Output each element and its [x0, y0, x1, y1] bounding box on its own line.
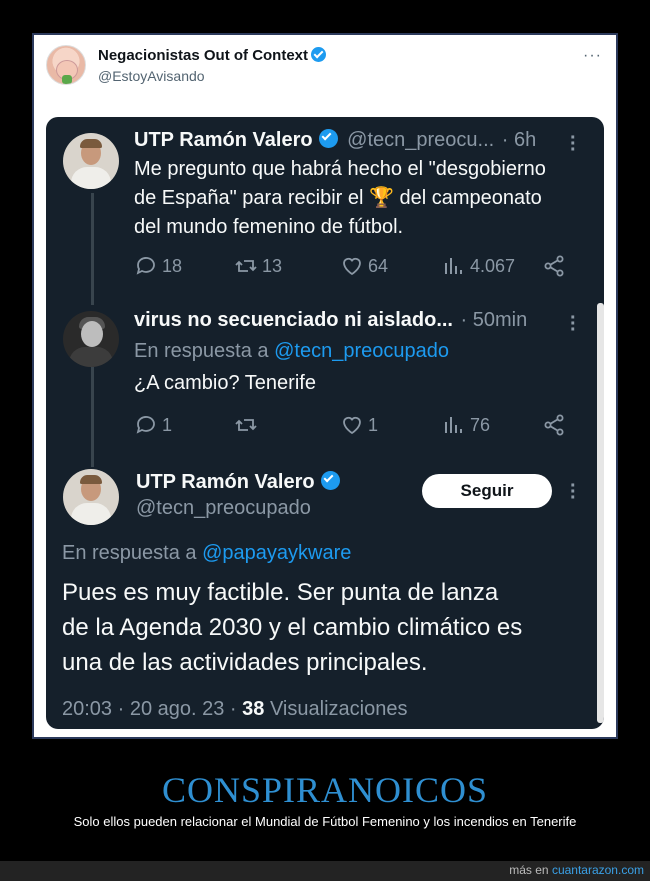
reply-icon [136, 416, 155, 434]
reply-to-link[interactable]: @tecn_preocupado [274, 340, 449, 362]
share-button[interactable] [542, 413, 566, 437]
site-link[interactable]: cuantarazon.com [552, 863, 644, 877]
heart-icon [343, 416, 361, 435]
tweet-author[interactable]: virus no secuenciado ni aislado... · 50m… [134, 309, 527, 332]
tweet-time: · 6h [501, 129, 537, 151]
more-options-icon[interactable]: ··· [570, 128, 577, 160]
views-button[interactable]: 76 [442, 413, 490, 437]
reply-button[interactable]: 1 [134, 413, 172, 437]
views-chart-icon [445, 258, 462, 274]
like-button[interactable]: 64 [340, 254, 388, 278]
quoted-thread-card: UTP Ramón Valero @tecn_preocu... · 6h · ·… [46, 117, 604, 729]
views-button[interactable]: 4.067 [442, 254, 515, 278]
follow-button[interactable]: Seguir [422, 474, 552, 508]
thread-line [91, 367, 94, 467]
tweet-author[interactable]: UTP Ramón Valero @tecn_preocu... · 6h [134, 129, 536, 152]
caption-title: CONSPIRANOICOS [161, 770, 489, 810]
footer-text: más en cuantarazon.com [509, 863, 644, 877]
outer-tweet-header: Negacionistas Out of Context @EstoyAvisa… [46, 45, 606, 105]
outer-author-handle[interactable]: @EstoyAvisando [98, 68, 205, 84]
share-icon [544, 255, 564, 277]
tweet-actions: 18 13 64 4.067 [134, 254, 574, 280]
tweet-text: Pues es muy factible. Ser punta de lanza… [62, 579, 523, 676]
reply-context: En respuesta a @papayaykware [62, 542, 352, 564]
heart-icon [343, 257, 361, 276]
verified-badge-icon [311, 47, 327, 62]
tweet-handle[interactable]: @tecn_preocupado [136, 497, 311, 520]
tweet-timestamp[interactable]: 20:03 · 20 ago. 23 · [62, 698, 237, 720]
retweet-icon [235, 260, 257, 272]
more-options-icon[interactable]: ··· [570, 476, 577, 508]
share-button[interactable] [542, 254, 566, 278]
share-icon [544, 414, 564, 436]
avatar[interactable] [63, 469, 119, 525]
thread-line [91, 193, 94, 305]
outer-author-name[interactable]: Negacionistas Out of Context [98, 47, 327, 64]
scrollbar[interactable] [597, 303, 604, 723]
retweet-button[interactable]: 13 [234, 254, 282, 278]
tweet-author[interactable]: UTP Ramón Valero [136, 471, 340, 494]
views-count: 38 [242, 698, 265, 720]
tweet-time: · 50min [460, 309, 528, 331]
like-button[interactable]: 1 [340, 413, 378, 437]
views-chart-icon [445, 417, 462, 433]
avatar[interactable] [46, 45, 86, 85]
reply-icon [136, 257, 155, 275]
more-options-icon[interactable]: ··· [570, 308, 577, 340]
caption-subtitle: Solo ellos pueden relacionar el Mundial … [73, 814, 577, 829]
verified-badge-icon [318, 129, 338, 148]
views-label: Visualizaciones [269, 698, 408, 720]
retweet-icon [235, 419, 257, 431]
avatar[interactable] [63, 311, 119, 367]
tweet-meta: 20:03 · 20 ago. 23 · 38 Visualizaciones [62, 695, 407, 724]
reply-to-link[interactable]: @papayaykware [202, 542, 351, 564]
screenshot-frame: Negacionistas Out of Context @EstoyAvisa… [32, 33, 618, 739]
tweet-actions: 1 1 76 [134, 413, 574, 439]
verified-badge-icon [320, 471, 340, 490]
more-options-icon[interactable]: ··· [583, 47, 602, 65]
tweet-text: Me pregunto que habrá hecho el "desgobie… [134, 158, 546, 238]
trophy-icon: 🏆 [369, 187, 394, 209]
reply-button[interactable]: 18 [134, 254, 182, 278]
footer-bar: más en cuantarazon.com [0, 861, 650, 881]
tweet-handle: @tecn_preocu... [347, 129, 495, 151]
retweet-button[interactable] [234, 413, 262, 437]
reply-context: En respuesta a @tecn_preocupado [134, 340, 449, 362]
tweet-text: ¿A cambio? Tenerife [134, 372, 316, 394]
avatar[interactable] [63, 133, 119, 189]
